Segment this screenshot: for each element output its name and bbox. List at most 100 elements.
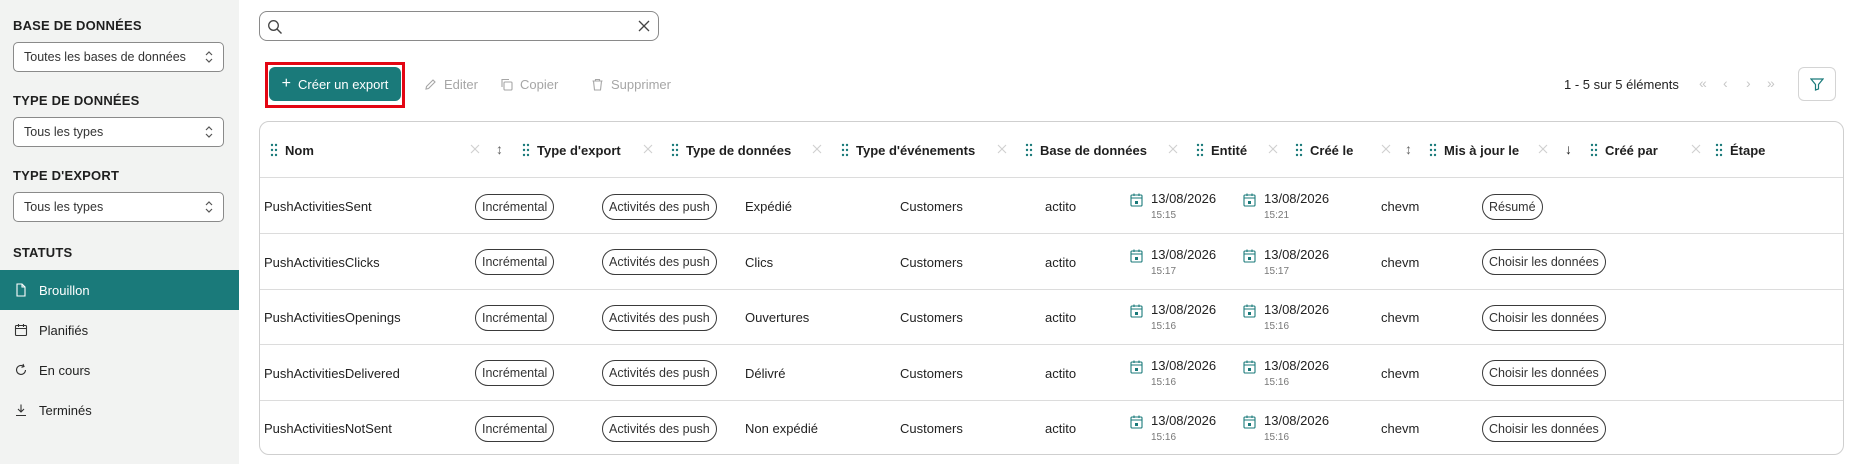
clear-column-icon[interactable]: [997, 144, 1007, 154]
close-icon[interactable]: [638, 20, 650, 32]
table-row[interactable]: PushActivitiesSent Incrémental Activités d…: [260, 179, 1843, 234]
status-item-brouillon[interactable]: Brouillon: [0, 270, 239, 310]
column-header-type-evenements[interactable]: Type d'événements: [841, 122, 975, 178]
table-row[interactable]: PushActivitiesDelivered Incrémental Activi…: [260, 346, 1843, 401]
drag-handle-icon[interactable]: [1715, 143, 1723, 157]
export-type-badge: Incrémental: [475, 193, 555, 220]
column-header-type-export[interactable]: Type d'export: [522, 122, 621, 178]
database-select[interactable]: Toutes les bases de données: [13, 42, 224, 72]
sort-descending-icon[interactable]: ↓: [1565, 141, 1572, 157]
column-header-nom[interactable]: Nom: [270, 122, 314, 178]
column-header-entite[interactable]: Entité: [1196, 122, 1247, 178]
copy-button[interactable]: Copier: [500, 75, 558, 93]
export-type-select[interactable]: Tous les types: [13, 192, 224, 222]
updated-date: 13/08/2026: [1264, 246, 1330, 262]
drag-handle-icon[interactable]: [1196, 143, 1204, 157]
data-type-select[interactable]: Tous les types: [13, 117, 224, 147]
search-input[interactable]: [288, 15, 618, 37]
cell-data-type: Activités des push: [602, 401, 717, 454]
plus-icon: +: [281, 75, 291, 92]
first-page-icon[interactable]: «: [1699, 75, 1707, 91]
stage-badge[interactable]: Choisir les données: [1482, 249, 1606, 275]
copy-label: Copier: [520, 76, 559, 92]
stage-badge[interactable]: Résumé: [1482, 193, 1543, 220]
drag-handle-icon[interactable]: [270, 143, 278, 157]
status-item-termines[interactable]: Terminés: [0, 390, 239, 430]
column-header-etape[interactable]: Étape: [1715, 122, 1765, 178]
clear-column-icon[interactable]: [643, 144, 653, 154]
sidebar: BASE DE DONNÉES Toutes les bases de donn…: [0, 0, 239, 464]
search-icon: [268, 20, 282, 34]
drag-handle-icon[interactable]: [1590, 143, 1598, 157]
cell-name[interactable]: PushActivitiesDelivered: [264, 346, 400, 401]
column-header-cree-le[interactable]: Créé le: [1295, 122, 1353, 178]
drag-handle-icon[interactable]: [841, 143, 849, 157]
filter-button[interactable]: [1798, 67, 1836, 101]
status-item-planifies[interactable]: Planifiés: [0, 310, 239, 350]
column-header-base-donnees[interactable]: Base de données: [1025, 122, 1147, 178]
cell-name[interactable]: PushActivitiesClicks: [264, 235, 380, 290]
calendar-icon: [1243, 360, 1256, 374]
clear-column-icon[interactable]: [1691, 144, 1701, 154]
cell-name[interactable]: PushActivitiesOpenings: [264, 290, 401, 345]
drag-handle-icon[interactable]: [1025, 143, 1033, 157]
export-type-badge: Incrémental: [475, 304, 555, 331]
cell-name[interactable]: PushActivitiesSent: [264, 179, 372, 234]
table-row[interactable]: PushActivitiesOpenings Incrémental Activit…: [260, 290, 1843, 345]
cell-created: 13/08/2026 15:16: [1130, 290, 1216, 345]
cell-export-type: Incrémental: [475, 346, 555, 401]
drag-handle-icon[interactable]: [1295, 143, 1303, 157]
cell-export-type: Incrémental: [475, 235, 555, 290]
create-export-label: Créer un export: [298, 76, 389, 92]
next-page-icon[interactable]: ›: [1746, 75, 1751, 91]
cell-stage: Choisir les données: [1482, 290, 1606, 345]
clear-column-icon[interactable]: [1168, 144, 1178, 154]
pagination-summary: 1 - 5 sur 5 éléments: [1564, 77, 1679, 92]
cell-event-type: Non expédié: [745, 421, 818, 436]
status-item-en-cours[interactable]: En cours: [0, 350, 239, 390]
last-page-icon[interactable]: »: [1767, 75, 1775, 91]
table-row[interactable]: PushActivitiesClicks Incrémental Activités…: [260, 235, 1843, 290]
cell-stage: Choisir les données: [1482, 235, 1606, 290]
clear-column-icon[interactable]: [812, 144, 822, 154]
drag-handle-icon[interactable]: [671, 143, 679, 157]
cell-event-type: Délivré: [745, 365, 786, 381]
clear-column-icon[interactable]: [1381, 144, 1391, 154]
cell-data-type: Activités des push: [602, 179, 717, 234]
cell-stage: Résumé: [1482, 179, 1543, 234]
calendar-icon: [1130, 249, 1143, 263]
filter-icon: [1810, 78, 1824, 91]
stage-badge[interactable]: Choisir les données: [1482, 415, 1606, 442]
cell-event-type: Expédié: [745, 199, 792, 214]
cell-entity: actito: [1045, 254, 1077, 270]
sort-icon[interactable]: ↕: [496, 141, 503, 157]
download-icon: [14, 403, 28, 417]
copy-icon: [500, 78, 513, 91]
drag-handle-icon[interactable]: [1429, 143, 1437, 157]
edit-button[interactable]: Editer: [424, 75, 478, 93]
cell-name[interactable]: PushActivitiesNotSent: [264, 401, 392, 454]
cell-entity: actito: [1045, 310, 1077, 325]
column-header-label: Créé par: [1605, 142, 1658, 158]
table-row[interactable]: PushActivitiesNotSent Incrémental Activité…: [260, 401, 1843, 454]
column-header-mis-a-jour-le[interactable]: Mis à jour le: [1429, 122, 1519, 178]
delete-button[interactable]: Supprimer: [591, 75, 671, 93]
previous-page-icon[interactable]: ‹: [1723, 75, 1728, 91]
sort-icon[interactable]: ↕: [1405, 141, 1412, 157]
clear-column-icon[interactable]: [470, 144, 480, 154]
cell-export-type: Incrémental: [475, 179, 555, 234]
export-type-heading: TYPE D'EXPORT: [13, 168, 120, 183]
column-header-type-donnees[interactable]: Type de données: [671, 122, 791, 178]
clear-column-icon[interactable]: [1268, 144, 1278, 154]
clear-column-icon[interactable]: [1538, 144, 1548, 154]
stage-badge[interactable]: Choisir les données: [1482, 360, 1606, 386]
status-item-label: En cours: [39, 362, 91, 378]
search-box: [259, 11, 659, 41]
drag-handle-icon[interactable]: [522, 143, 530, 157]
create-export-button[interactable]: + Créer un export: [269, 67, 401, 101]
cell-created: 13/08/2026 15:17: [1130, 235, 1216, 290]
column-header-cree-par[interactable]: Créé par: [1590, 122, 1658, 178]
cell-data-type: Activités des push: [602, 346, 717, 401]
stage-badge[interactable]: Choisir les données: [1482, 304, 1606, 331]
calendar-icon: [1243, 415, 1256, 429]
